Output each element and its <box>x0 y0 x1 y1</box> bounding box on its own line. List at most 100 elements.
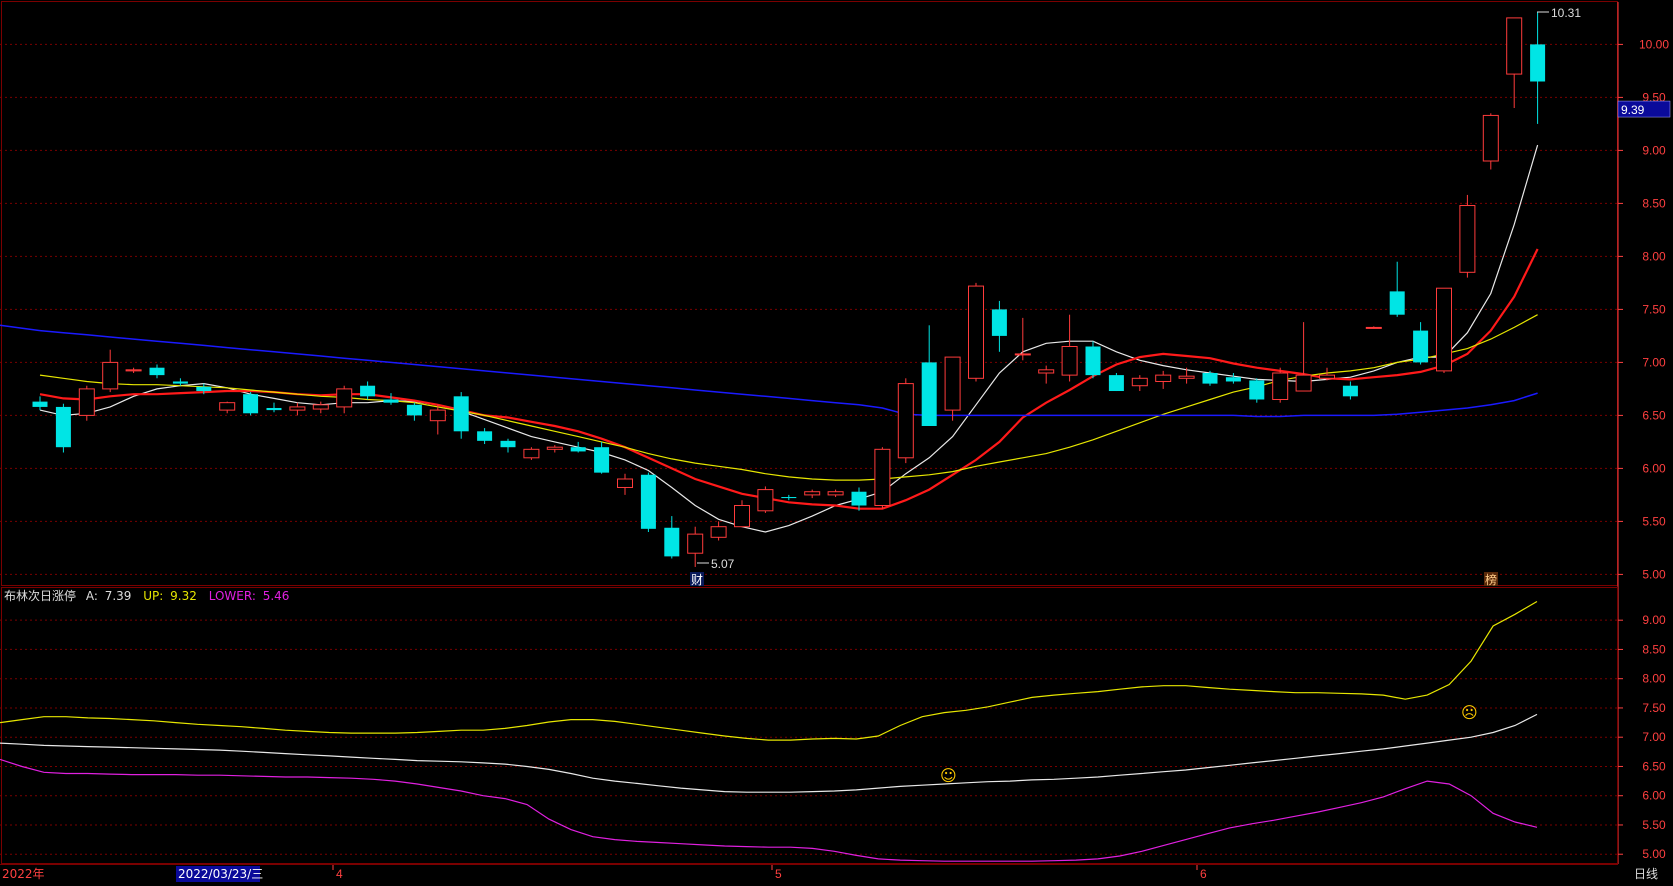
low-marker: 5.07 <box>697 557 735 571</box>
candle-body <box>991 309 1007 336</box>
main-y-tick-label: 8.00 <box>1642 249 1666 263</box>
candle-body <box>570 447 586 452</box>
candle-body <box>477 431 493 441</box>
indicator-y-tick-label: 8.50 <box>1642 642 1666 656</box>
period-mode-button[interactable]: 日线 <box>1634 867 1658 881</box>
kline-chart[interactable]: 10.009.509.008.508.007.507.006.506.005.5… <box>0 0 1673 886</box>
indicator-up-value: 9.32 <box>170 589 197 603</box>
candle-body <box>1178 375 1195 379</box>
candle-body <box>1131 377 1148 387</box>
candle-body <box>1506 17 1523 75</box>
indicator-a-value: 7.39 <box>105 589 132 603</box>
candle-body <box>289 406 306 411</box>
candle-body <box>1085 346 1101 376</box>
candle-body <box>500 440 516 448</box>
indicator-legend: 布林次日涨停 A: 7.39 UP: 9.32 LOWER: 5.46 <box>4 588 289 603</box>
indicator-y-axis: 9.00 8.50 8.00 7.50 7.00 6.50 6.00 5.50 5.00 <box>1618 613 1666 861</box>
candle-body <box>172 381 188 384</box>
smile-icon: ☺ <box>940 766 957 785</box>
candle-body <box>149 367 165 376</box>
candle-body <box>1459 205 1476 273</box>
indicator-panel: 9.00 8.50 8.00 7.50 7.00 6.50 6.00 5.50 5.00 布林次… <box>0 587 1666 864</box>
ma-line-ma60-lead <box>0 324 41 332</box>
indicator-y-tick-label: 6.50 <box>1642 759 1666 773</box>
candle-body <box>429 409 446 422</box>
candle-body <box>196 386 212 392</box>
candle-body <box>921 362 937 426</box>
time-label-may: 5 <box>775 867 782 881</box>
candle-body <box>243 394 259 414</box>
candle-body <box>125 369 142 372</box>
price-tag: 9.39 <box>1617 100 1671 118</box>
main-y-tick-label: 6.50 <box>1642 408 1666 422</box>
candle-body <box>640 474 656 529</box>
indicator-y-tick-label: 7.00 <box>1642 730 1666 744</box>
candle-body <box>219 402 236 411</box>
indicator-y-tick-label: 9.00 <box>1642 613 1666 627</box>
candle-body <box>1202 373 1218 384</box>
indicator-y-tick-label: 7.50 <box>1642 701 1666 715</box>
indicator-gridlines <box>0 619 1617 855</box>
candle-body <box>546 446 563 450</box>
candle-body <box>827 491 844 496</box>
candle-body <box>1038 369 1055 374</box>
cai-badge-label: 财 <box>691 573 703 587</box>
high-label: 10.31 <box>1551 6 1581 20</box>
boll-line-lower <box>0 758 1538 862</box>
low-label: 5.07 <box>711 557 735 571</box>
bang-badge-label: 榜 <box>1485 572 1497 587</box>
candle-body <box>523 448 540 459</box>
candle-body <box>1249 380 1265 400</box>
frown-icon: ☹ <box>1461 703 1478 722</box>
candle-body <box>312 404 329 410</box>
time-cursor-label: 2022/03/23/三 <box>178 867 263 881</box>
main-y-tick-label: 5.00 <box>1642 567 1666 581</box>
bang-badge[interactable]: 榜 <box>1484 572 1498 587</box>
indicator-title: 布林次日涨停 <box>4 588 76 603</box>
indicator-lower-value: 5.46 <box>263 589 290 603</box>
candle-body <box>1225 377 1241 382</box>
time-label-year: 2022年 <box>2 867 45 881</box>
candlesticks[interactable] <box>32 11 1546 567</box>
candle-body <box>383 399 399 403</box>
main-y-tick-label: 10.00 <box>1639 37 1669 51</box>
candle-body <box>102 361 119 390</box>
candle-body <box>1413 330 1429 363</box>
candle-body <box>1108 375 1124 392</box>
candle-body <box>336 388 353 408</box>
candle-body <box>664 527 680 557</box>
ma-line-ma10 <box>39 248 1539 510</box>
candle-body <box>757 489 774 512</box>
main-panel: 10.009.509.008.508.007.507.006.506.005.5… <box>0 1 1671 864</box>
indicator-lower-label: LOWER: <box>209 589 256 603</box>
candle-body <box>734 505 750 528</box>
candle-body <box>32 401 48 407</box>
indicator-y-tick-label: 5.00 <box>1642 847 1666 861</box>
main-y-tick-label: 9.00 <box>1642 143 1666 157</box>
candle-body <box>968 285 984 379</box>
indicator-a-label: A: <box>86 589 98 603</box>
candle-body <box>1319 374 1335 379</box>
candle-body <box>851 491 867 506</box>
main-y-tick-label: 8.50 <box>1642 196 1666 210</box>
candle-body <box>944 356 961 411</box>
candle-body <box>687 533 704 554</box>
candle-body <box>266 407 282 411</box>
bollinger-lines <box>0 600 1538 862</box>
candle-body <box>406 404 422 416</box>
indicator-y-tick-label: 5.50 <box>1642 818 1666 832</box>
main-panel-border <box>1 1 1618 586</box>
candle-body <box>874 448 891 507</box>
ma-line-ma60 <box>39 329 1538 418</box>
main-y-tick-label: 5.50 <box>1642 514 1666 528</box>
candle-body <box>1436 287 1452 372</box>
candle-body <box>55 406 71 448</box>
candle-body <box>1365 326 1382 329</box>
candle-body <box>710 526 727 538</box>
candle-body <box>453 396 469 432</box>
price-tag-label: 9.39 <box>1621 103 1645 117</box>
ma-line-ma20 <box>39 314 1538 481</box>
cai-badge[interactable]: 财 <box>690 572 704 587</box>
candle-body <box>804 491 821 496</box>
time-label-jun: 6 <box>1200 867 1207 881</box>
